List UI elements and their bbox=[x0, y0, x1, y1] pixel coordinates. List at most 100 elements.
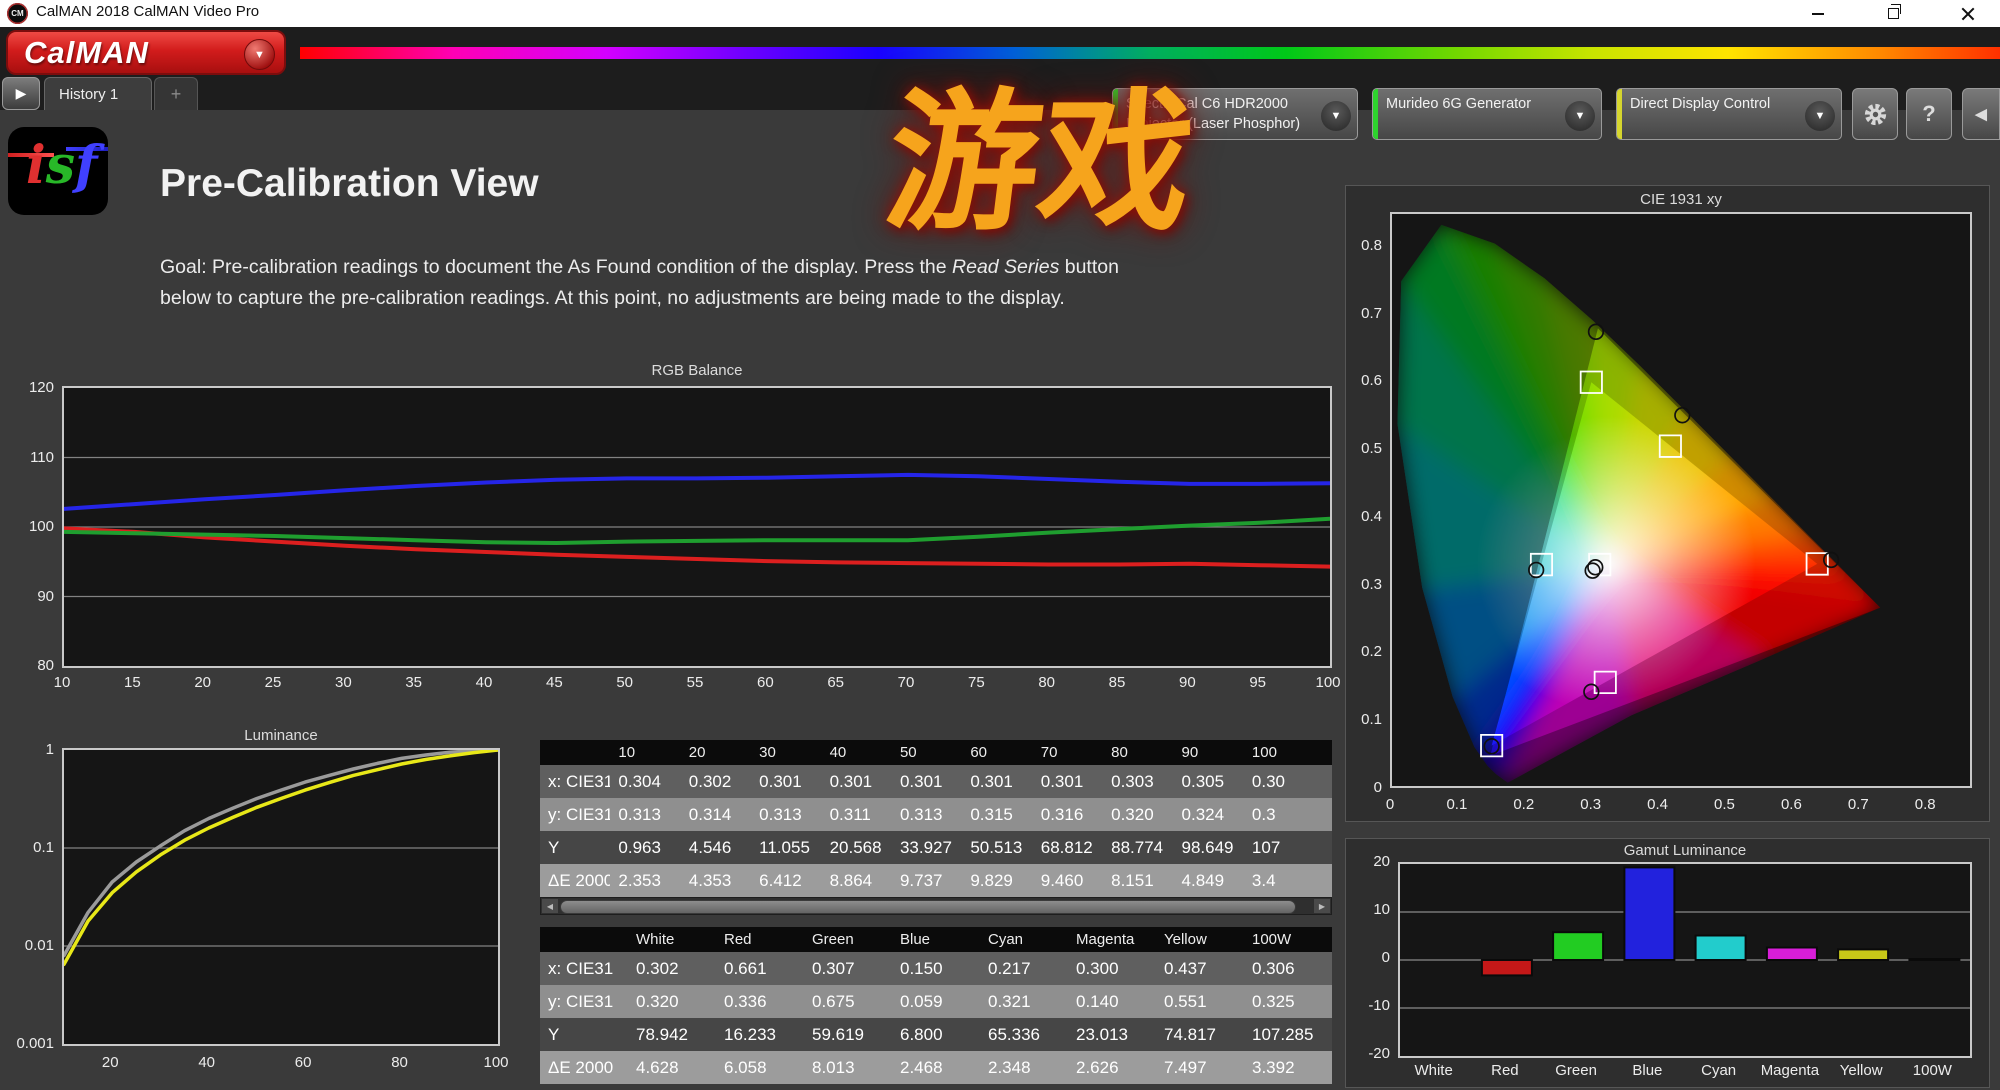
table-cell: 78.942 bbox=[636, 1024, 688, 1044]
axis-tick-label: 65 bbox=[827, 674, 844, 691]
axis-tick-label: 35 bbox=[405, 674, 422, 691]
chevron-down-icon: ▼ bbox=[1565, 101, 1595, 131]
gamut-luminance-title: Gamut Luminance bbox=[1623, 842, 1747, 859]
axis-tick-label: 0.7 bbox=[1847, 796, 1869, 813]
display-control-dropdown[interactable]: Direct Display Control ▼ bbox=[1616, 88, 1842, 140]
axis-tick-label: -10 bbox=[1368, 997, 1390, 1014]
axis-tick-label: Yellow bbox=[1839, 1062, 1883, 1079]
table-scrollbar[interactable]: ◀ ▶ bbox=[540, 897, 1332, 915]
table-cell: 4.849 bbox=[1181, 870, 1225, 890]
axis-tick-label: 30 bbox=[334, 674, 352, 691]
rgb-balance-chart bbox=[62, 386, 1332, 668]
goal-line2: below to capture the pre-calibration rea… bbox=[160, 287, 1065, 309]
axis-tick-label: 40 bbox=[475, 674, 493, 691]
axis-tick-label: 70 bbox=[897, 674, 915, 691]
page-title: Pre-Calibration View bbox=[160, 162, 539, 205]
axis-tick-label: 90 bbox=[37, 587, 54, 605]
minimize-icon bbox=[1812, 12, 1824, 15]
table-cell: 2.348 bbox=[988, 1057, 1031, 1077]
grayscale-table: 10 20 30 40 50 60 70 80 90 100 x: CIE31 0.304 0.302 0… bbox=[540, 740, 1332, 897]
axis-tick-label: 0.7 bbox=[1361, 304, 1382, 322]
axis-tick-label: Cyan bbox=[1701, 1062, 1737, 1079]
table-column-header: Yellow bbox=[1164, 931, 1207, 948]
axis-tick-label: 0.6 bbox=[1780, 796, 1802, 813]
source-dropdown-label: Murideo 6G Generator bbox=[1386, 96, 1532, 112]
table-row-label: y: CIE31 bbox=[548, 804, 611, 824]
axis-tick-label: 80 bbox=[391, 1054, 408, 1071]
table-column-header: 80 bbox=[1111, 744, 1128, 761]
table-row-label: ΔE 2000 bbox=[548, 1057, 614, 1077]
goal-read-series: Read Series bbox=[952, 256, 1060, 278]
workflow-nav-button[interactable]: ▶ bbox=[2, 77, 40, 110]
table-cell: 7.497 bbox=[1164, 1057, 1207, 1077]
table-column-header: 10 bbox=[618, 744, 636, 761]
table-cell: 6.800 bbox=[900, 1024, 943, 1044]
table-column-header: Green bbox=[812, 931, 854, 948]
table-cell: 0.300 bbox=[1076, 958, 1119, 978]
table-cell: 0.437 bbox=[1164, 958, 1207, 978]
table-cell: 16.233 bbox=[724, 1024, 776, 1044]
display-status-stripe bbox=[1617, 89, 1622, 139]
axis-tick-label: 0.2 bbox=[1513, 796, 1535, 813]
table-cell: 2.468 bbox=[900, 1057, 943, 1077]
table-cell: 6.058 bbox=[724, 1057, 767, 1077]
cie-diagram bbox=[1392, 214, 1970, 786]
meter-dropdown[interactable]: SpectraCal C6 HDR2000 Projector (Laser P… bbox=[1112, 88, 1358, 140]
table-cell: 74.817 bbox=[1164, 1024, 1216, 1044]
table-row-label: y: CIE31 bbox=[548, 991, 614, 1011]
table-cell: 0.313 bbox=[759, 804, 802, 824]
plus-icon: + bbox=[170, 83, 182, 104]
table-cell: 0.304 bbox=[618, 771, 661, 791]
axis-tick-label: 1 bbox=[45, 741, 54, 758]
cie-chart bbox=[1390, 212, 1972, 788]
table-cell: 11.055 bbox=[759, 837, 810, 857]
table-cell: 68.812 bbox=[1040, 837, 1093, 857]
axis-tick-label: 45 bbox=[545, 674, 563, 691]
scroll-right-arrow[interactable]: ▶ bbox=[1314, 899, 1330, 913]
scroll-left-arrow[interactable]: ◀ bbox=[542, 899, 558, 913]
table-column-header: 100 bbox=[1251, 744, 1277, 761]
axis-tick-label: 0 bbox=[1373, 779, 1382, 796]
collapse-panel-button[interactable]: ◀ bbox=[1962, 88, 2000, 140]
goal-suffix: button bbox=[1059, 256, 1119, 278]
scrollbar-thumb[interactable] bbox=[560, 900, 1296, 914]
calman-menu-button[interactable]: CalMAN ▼ bbox=[6, 30, 286, 75]
chevron-left-icon: ◀ bbox=[1975, 106, 1987, 123]
axis-tick-label: 0.3 bbox=[1361, 575, 1382, 593]
table-cell: 0.302 bbox=[636, 958, 679, 978]
axis-tick-label: -20 bbox=[1368, 1045, 1390, 1062]
table-cell: 23.013 bbox=[1076, 1024, 1128, 1044]
table-column-header: 90 bbox=[1181, 744, 1199, 761]
table-cell: 9.460 bbox=[1040, 870, 1084, 890]
source-dropdown[interactable]: Murideo 6G Generator ▼ bbox=[1372, 88, 1602, 140]
table-cell: 0.140 bbox=[1076, 991, 1119, 1011]
help-button[interactable]: ? bbox=[1906, 88, 1952, 140]
table-cell: 0.301 bbox=[1040, 771, 1084, 791]
restore-button[interactable] bbox=[1870, 0, 1916, 27]
table-cell: 20.568 bbox=[829, 837, 882, 857]
table-cell: 65.336 bbox=[988, 1024, 1040, 1044]
table-row: y: CIE31 0.313 0.314 0.313 0.311 0.313 0.315 0.… bbox=[540, 798, 1332, 831]
minimize-button[interactable] bbox=[1795, 0, 1841, 27]
table-row-label: x: CIE31 bbox=[548, 771, 611, 791]
settings-button[interactable] bbox=[1852, 88, 1898, 140]
chevron-down-icon: ▼ bbox=[244, 39, 275, 70]
table-row: Y 0.963 4.546 11.055 20.568 33.927 50.513 68.81… bbox=[540, 831, 1332, 864]
axis-tick-label: 95 bbox=[1249, 674, 1266, 691]
table-cell: 0.321 bbox=[988, 991, 1031, 1011]
table-cell: 33.927 bbox=[899, 837, 952, 857]
axis-tick-label: 55 bbox=[686, 674, 704, 691]
axis-tick-label: Magenta bbox=[1760, 1062, 1820, 1079]
luminance-title: Luminance bbox=[244, 727, 318, 744]
close-button[interactable] bbox=[1945, 0, 1991, 27]
table-row-label: ΔE 2000 bbox=[548, 870, 611, 890]
table-cell: 0.306 bbox=[1252, 958, 1295, 978]
axis-tick-label: 0.3 bbox=[1580, 796, 1602, 813]
table-column-header: 40 bbox=[829, 744, 847, 761]
table-cell: 4.353 bbox=[688, 870, 732, 890]
tab-history-1[interactable]: History 1 bbox=[44, 77, 152, 110]
luminance-chart bbox=[62, 748, 500, 1046]
table-cell: 6.412 bbox=[759, 870, 802, 890]
window-titlebar: CM CalMAN 2018 CalMAN Video Pro bbox=[0, 0, 2000, 27]
add-tab-button[interactable]: + bbox=[154, 77, 198, 110]
